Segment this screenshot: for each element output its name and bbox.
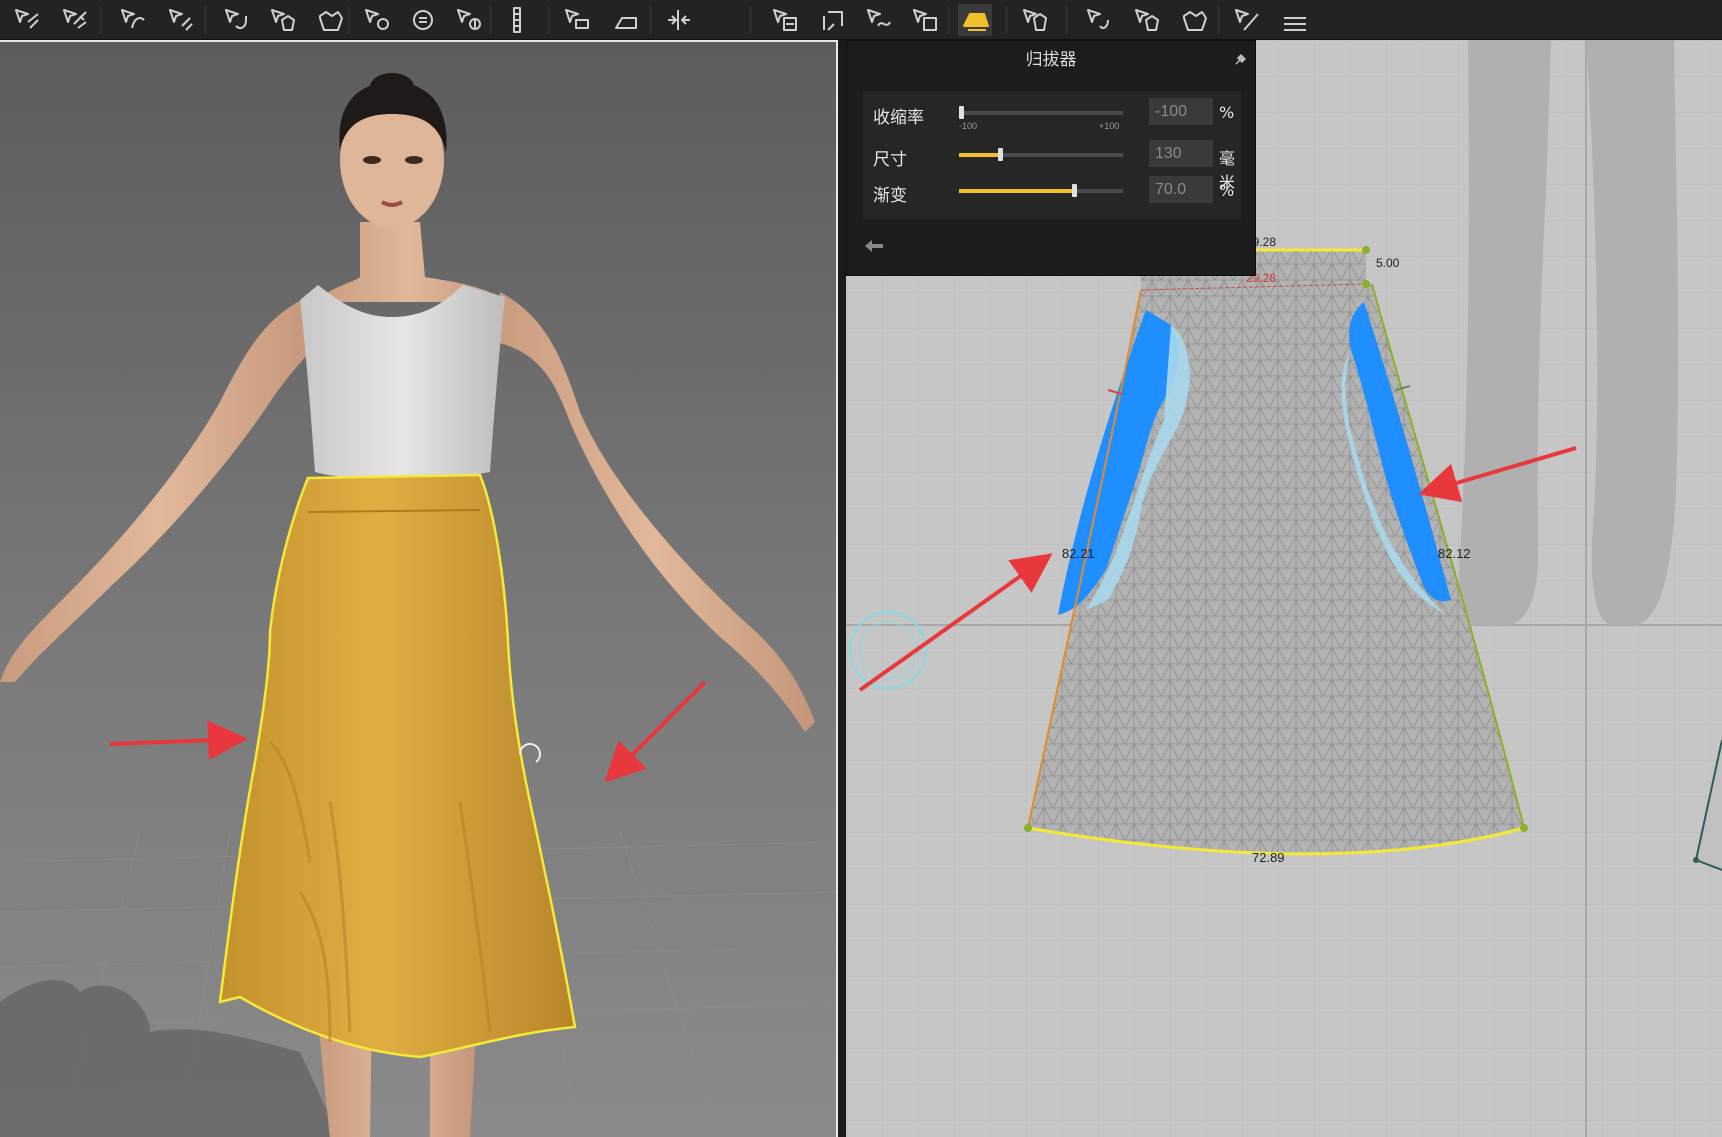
toolbar-separator xyxy=(100,6,101,34)
edit-pattern-icon[interactable] xyxy=(10,4,44,36)
garment-icon[interactable] xyxy=(1018,4,1052,36)
toolbar-separator xyxy=(490,6,491,34)
iron-shrink-tool-icon[interactable] xyxy=(958,4,992,36)
3d-garment-window[interactable] xyxy=(0,40,838,1137)
slider-thumb[interactable] xyxy=(998,148,1003,161)
measure-hem: 72.89 xyxy=(1252,850,1285,865)
slider-max-tick: +100 xyxy=(1099,121,1120,131)
edit-curvature-icon[interactable] xyxy=(116,4,150,36)
draw-line-icon[interactable] xyxy=(1230,4,1264,36)
3d-scene xyxy=(0,42,836,1137)
toolbar-separator xyxy=(548,6,549,34)
measure-dart: 5.00 xyxy=(1376,256,1400,270)
fold-arrangement-icon[interactable] xyxy=(266,4,300,36)
pin-panel-icon[interactable] xyxy=(1233,53,1247,67)
sewing-icon[interactable] xyxy=(220,4,254,36)
segment-sewing-icon[interactable] xyxy=(768,4,802,36)
toolbar-separator xyxy=(750,6,751,34)
shrink-tool-icon[interactable] xyxy=(608,4,642,36)
toolbar-separator xyxy=(1066,6,1067,34)
gradient-label: 渐变 xyxy=(873,186,907,206)
viewport-divider[interactable] xyxy=(838,40,846,1137)
undo-arrow-icon[interactable] xyxy=(863,237,885,255)
size-row: 尺寸 130 毫米 xyxy=(863,137,1241,192)
garment-sewing-icon[interactable] xyxy=(1082,4,1116,36)
shrink-rate-label: 收缩率 xyxy=(873,108,924,128)
shrink-rate-slider[interactable] xyxy=(959,106,1123,119)
toolbar-separator xyxy=(650,6,651,34)
free-sewing-icon[interactable] xyxy=(814,4,848,36)
size-label: 尺寸 xyxy=(873,150,907,170)
garment-grid-icon[interactable] xyxy=(1176,4,1210,36)
button-icon[interactable] xyxy=(406,4,440,36)
slider-min-tick: -100 xyxy=(959,121,978,131)
fold-sewing-icon[interactable] xyxy=(908,4,942,36)
gradient-row: 渐变 70.0 % xyxy=(863,173,1241,209)
zipper-icon[interactable] xyxy=(500,4,534,36)
gradient-input[interactable]: 70.0 xyxy=(1149,176,1213,203)
slider-thumb[interactable] xyxy=(959,106,964,119)
slider-fill xyxy=(959,189,1074,193)
measure-left-side: 82.21 xyxy=(1062,546,1095,561)
add-point-icon[interactable] xyxy=(164,4,198,36)
gradient-unit: % xyxy=(1219,181,1235,200)
shrink-rate-row: 收缩率 -100 +100 -100 % xyxy=(863,95,1241,131)
shrink-rate-unit: % xyxy=(1219,103,1235,122)
toolbar-separator xyxy=(205,6,206,34)
measure-right-side: 82.12 xyxy=(1438,546,1471,561)
size-slider[interactable] xyxy=(959,148,1123,161)
iron-shrink-panel: 归拔器 收缩率 -100 +100 -100 % 尺寸 130 毫米 渐变 70… xyxy=(846,40,1256,276)
garment-pattern-icon[interactable] xyxy=(1130,4,1164,36)
gradient-slider[interactable] xyxy=(959,184,1123,197)
transform-pattern-icon[interactable] xyxy=(58,4,92,36)
toolbar-separator xyxy=(1218,6,1219,34)
panel-title: 归拔器 xyxy=(1025,50,1077,70)
main-toolbar xyxy=(0,0,1722,40)
tack-icon[interactable] xyxy=(312,4,346,36)
slider-thumb[interactable] xyxy=(1071,184,1077,197)
toolbar-separator xyxy=(1006,6,1007,34)
buttonhole-icon[interactable] xyxy=(452,4,486,36)
panel-body: 收缩率 -100 +100 -100 % 尺寸 130 毫米 渐变 70.0 % xyxy=(863,91,1241,219)
fitting-icon[interactable] xyxy=(560,4,594,36)
toolbar-separator xyxy=(348,6,349,34)
toolbar-separator xyxy=(948,6,949,34)
slider-fill xyxy=(959,153,1000,157)
smooth-tool-icon[interactable] xyxy=(662,4,696,36)
size-input[interactable]: 130 xyxy=(1149,140,1213,167)
pin-icon[interactable] xyxy=(360,4,394,36)
dashed-line-icon[interactable] xyxy=(1278,4,1312,36)
edit-sewing-icon[interactable] xyxy=(862,4,896,36)
shrink-rate-input[interactable]: -100 xyxy=(1149,98,1213,125)
